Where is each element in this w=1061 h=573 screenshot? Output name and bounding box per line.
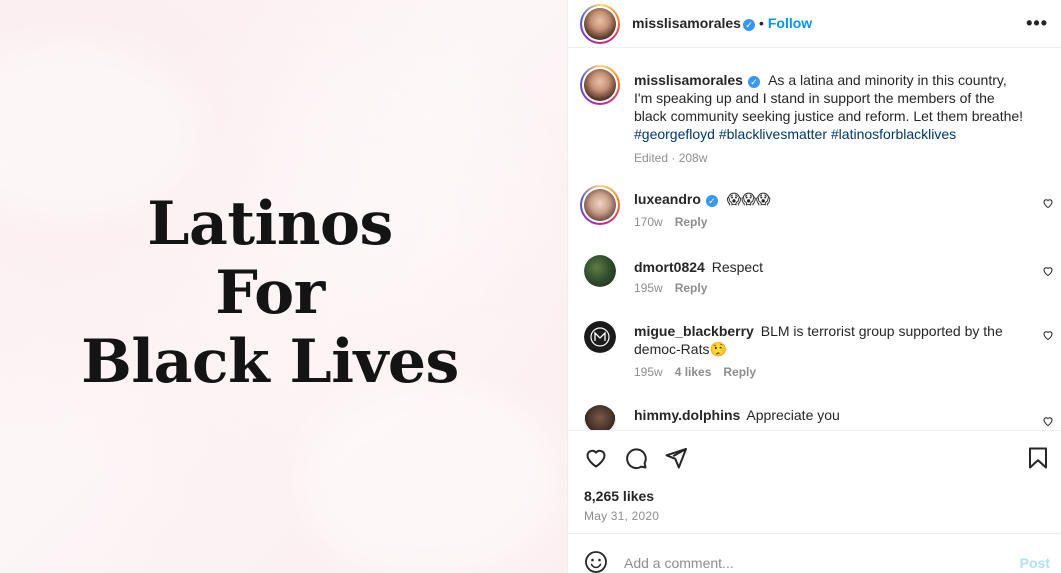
share-icon[interactable] (664, 446, 688, 470)
comment-username[interactable]: dmort0824 (634, 259, 705, 275)
comment-time[interactable]: 195w (634, 365, 663, 379)
post-header: misslisamorales ✓ • Follow ••• (568, 0, 1061, 48)
likes-count[interactable]: 8,265 likes (584, 488, 654, 504)
reply-button[interactable]: Reply (675, 281, 708, 295)
like-comment-heart-icon[interactable] (1042, 415, 1054, 427)
comment-text: Respect (707, 259, 764, 275)
follow-button[interactable]: Follow (768, 15, 812, 31)
commenter-avatar[interactable] (580, 185, 620, 225)
background-swirl (300, 380, 560, 573)
hashtag-link[interactable]: #georgefloyd (634, 126, 715, 142)
separator-dot: • (758, 15, 764, 31)
post-comment-button[interactable]: Post (1020, 555, 1050, 571)
comment-text-block: luxeandro ✓ 😱😱😱 (634, 190, 1024, 208)
like-comment-heart-icon[interactable] (1042, 329, 1054, 341)
reply-button[interactable]: Reply (723, 365, 756, 379)
verified-badge-icon: ✓ (705, 195, 718, 207)
post-date[interactable]: May 31, 2020 (584, 509, 659, 523)
verified-badge-icon: ✓ (747, 76, 760, 88)
comments-list: misslisamorales ✓ As a latina and minorit… (568, 49, 1061, 430)
heart-icon[interactable] (584, 446, 608, 470)
post-side-panel: misslisamorales ✓ • Follow ••• misslisamora… (567, 0, 1061, 573)
post-actions: 8,265 likes May 31, 2020 (568, 430, 1061, 533)
monogram-logo-icon (590, 327, 610, 347)
comment-username[interactable]: himmy.dolphins (634, 407, 740, 423)
emoji-icon[interactable] (584, 550, 608, 573)
add-comment-bar: Add a comment... Post (568, 533, 1061, 573)
like-comment-heart-icon[interactable] (1042, 265, 1054, 277)
bookmark-icon[interactable] (1026, 446, 1050, 470)
commenter-avatar[interactable] (584, 321, 616, 353)
author-username[interactable]: misslisamorales (632, 15, 741, 31)
comment-text-block: dmort0824 Respect (634, 258, 1024, 276)
verified-badge-icon: ✓ (742, 19, 755, 31)
comment-meta: 195w Reply (634, 281, 719, 295)
comment-time[interactable]: 170w (634, 215, 663, 229)
like-comment-heart-icon[interactable] (1042, 197, 1054, 209)
edited-label: Edited (634, 151, 669, 165)
caption-avatar[interactable] (580, 65, 620, 105)
comment-text: 😱😱😱 (722, 191, 771, 207)
image-line-3: Black Lives (81, 327, 459, 397)
more-options-icon[interactable]: ••• (1026, 13, 1048, 34)
hashtag-link[interactable]: #blacklivesmatter (719, 126, 827, 142)
comment-text-block: migue_blackberry BLM is terrorist group … (634, 322, 1024, 358)
comment-item: luxeandro ✓ 😱😱😱 170w Reply (568, 185, 1061, 245)
image-line-2: For (215, 258, 325, 328)
caption-username[interactable]: misslisamorales (634, 72, 743, 88)
comment-username[interactable]: migue_blackberry (634, 323, 754, 339)
comment-meta: 170w Reply (634, 215, 719, 229)
header-username-row: misslisamorales ✓ • Follow (632, 15, 812, 33)
image-headline: Latinos For Black Lives (0, 190, 540, 397)
reply-button[interactable]: Reply (675, 215, 708, 229)
caption-text-block: misslisamorales ✓ As a latina and minorit… (634, 71, 1024, 143)
comment-username[interactable]: luxeandro (634, 191, 701, 207)
comment-input[interactable]: Add a comment... (624, 555, 734, 571)
comment-text: Appreciate you (743, 407, 840, 423)
image-line-1: Latinos (147, 189, 393, 259)
comment-item: dmort0824 Respect 195w Reply (568, 253, 1061, 313)
comment-icon[interactable] (624, 446, 648, 470)
comment-likes[interactable]: 4 likes (675, 365, 712, 379)
comment-meta: 195w 4 likes Reply (634, 365, 768, 379)
hashtag-link[interactable]: #latinosforblacklives (831, 126, 956, 142)
comment-item: migue_blackberry BLM is terrorist group … (568, 319, 1061, 399)
comment-item: himmy.dolphins Appreciate you (568, 403, 1061, 430)
comment-text-block: himmy.dolphins Appreciate you (634, 406, 1024, 424)
post-image[interactable]: Latinos For Black Lives (0, 0, 567, 573)
commenter-avatar[interactable] (584, 255, 616, 287)
author-avatar[interactable] (580, 4, 620, 44)
comment-time[interactable]: 195w (634, 281, 663, 295)
commenter-avatar[interactable] (584, 405, 616, 430)
caption-meta: Edited · 208w (634, 151, 708, 165)
caption-time[interactable]: 208w (679, 151, 708, 165)
